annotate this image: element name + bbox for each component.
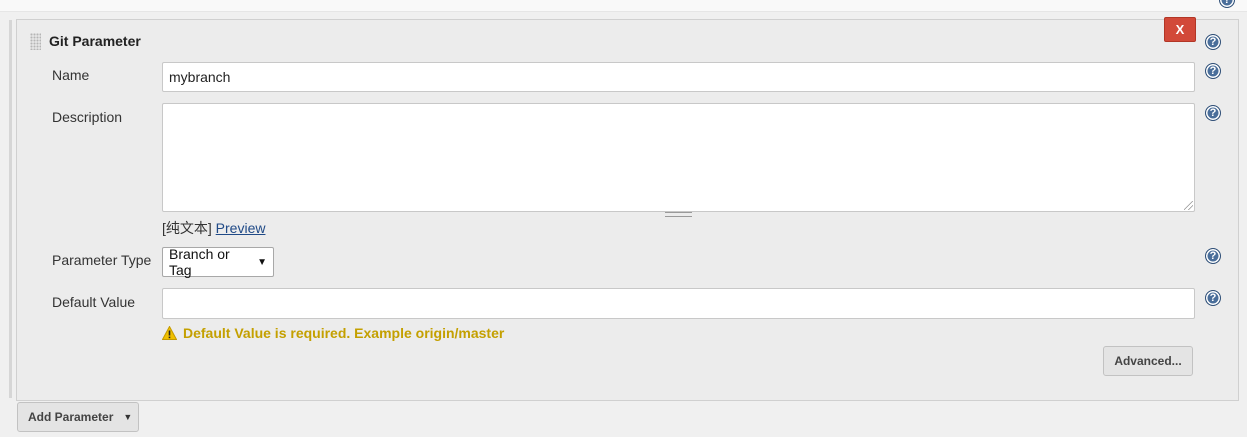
help-icon-description[interactable]: ? [1205, 105, 1221, 121]
parameter-type-value: Branch or Tag [169, 246, 230, 278]
add-parameter-button[interactable]: Add Parameter ▼ [17, 402, 139, 432]
parameter-type-select[interactable]: Branch or Tag ▼ [162, 246, 274, 278]
help-icon-default-value[interactable]: ? [1205, 290, 1221, 306]
help-icon-block[interactable]: ? [1205, 34, 1221, 50]
description-textarea[interactable] [162, 103, 1195, 212]
textarea-resize-handle[interactable] [162, 211, 1195, 217]
default-value-warning: Default Value is required. Example origi… [162, 325, 504, 341]
dropdown-arrow-icon: ▼ [257, 256, 267, 268]
block-title: Git Parameter [49, 33, 141, 49]
warning-icon [162, 326, 177, 340]
name-label: Name [52, 67, 90, 83]
left-rail [9, 20, 12, 398]
name-input[interactable] [162, 62, 1195, 92]
advanced-button[interactable]: Advanced... [1103, 346, 1193, 376]
caret-down-icon: ▼ [123, 412, 133, 422]
textarea-resize-corner-icon[interactable] [1184, 201, 1193, 210]
description-label: Description [52, 109, 123, 125]
markup-formatter-row: [纯文本] Preview [162, 218, 265, 238]
preview-link[interactable]: Preview [216, 220, 266, 236]
default-value-input[interactable] [162, 288, 1195, 319]
markup-format-label: [纯文本] [162, 220, 212, 236]
delete-block-button[interactable]: X [1164, 17, 1196, 42]
default-value-label: Default Value [52, 294, 136, 310]
top-strip [0, 0, 1247, 12]
add-parameter-label: Add Parameter [28, 410, 114, 424]
resize-bars-icon [665, 212, 692, 217]
help-icon-parameter-type[interactable]: ? [1205, 248, 1221, 264]
help-icon-name[interactable]: ? [1205, 63, 1221, 79]
drag-handle-icon[interactable] [30, 33, 41, 50]
warning-text: Default Value is required. Example origi… [183, 325, 505, 341]
parameter-type-label: Parameter Type [52, 252, 152, 268]
